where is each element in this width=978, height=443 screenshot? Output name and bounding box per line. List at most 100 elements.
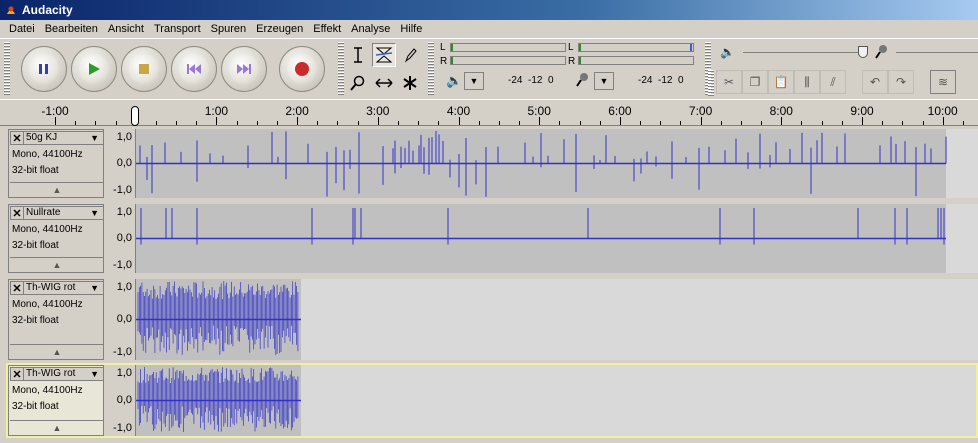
toolbar-grip[interactable]	[4, 42, 10, 96]
audio-track[interactable]: ✕ Nullrate ▼ Mono, 44100Hz 32-bit float ▲ 1,0 0…	[8, 204, 978, 273]
audio-track[interactable]: ✕ 50g KJ ▼ Mono, 44100Hz 32-bit float ▲ 1,0 0,0…	[8, 129, 978, 198]
play-button[interactable]	[71, 46, 117, 92]
pause-icon	[39, 64, 48, 74]
timeline-ruler[interactable]: -1:0001:002:003:004:005:006:007:008:009:…	[0, 99, 978, 126]
output-volume-thumb[interactable]	[858, 46, 868, 58]
waveform	[136, 365, 301, 436]
track-format: Mono, 44100Hz	[12, 224, 83, 235]
copy-button[interactable]: ❐	[742, 70, 768, 94]
undo-icon: ↶	[869, 75, 881, 89]
selection-tool[interactable]	[346, 43, 370, 67]
track-close-button[interactable]: ✕	[10, 281, 24, 295]
track-collapse-button[interactable]: ▲	[10, 257, 104, 271]
skip-to-end-button[interactable]	[221, 46, 267, 92]
multi-tool[interactable]	[398, 71, 422, 95]
ruler-minor-tick	[761, 121, 763, 125]
ruler-minor-tick	[498, 121, 500, 125]
waveform	[136, 204, 946, 273]
ruler-minor-tick	[236, 121, 238, 125]
undo-button[interactable]: ↶	[862, 70, 888, 94]
audio-track[interactable]: ✕ Th-WIG rot ▼ Mono, 44100Hz 32-bit float ▲ 1,…	[8, 279, 978, 360]
ruler-minor-tick	[75, 121, 77, 125]
track-header: ✕ Th-WIG rot ▼	[10, 281, 104, 295]
envelope-tool[interactable]	[372, 43, 396, 67]
menu-bearbeiten[interactable]: Bearbeiten	[40, 23, 103, 35]
menu-spuren[interactable]: Spuren	[206, 23, 251, 35]
redo-button[interactable]: ↷	[888, 70, 914, 94]
sync-lock-button[interactable]: ≋	[930, 70, 956, 94]
track-close-button[interactable]: ✕	[10, 367, 24, 381]
amplitude-label: 1,0	[116, 206, 132, 218]
track-name-dropdown[interactable]: Th-WIG rot ▼	[24, 367, 104, 381]
cut-button[interactable]: ✂	[716, 70, 742, 94]
menu-transport[interactable]: Transport	[149, 23, 206, 35]
ruler-tick	[216, 117, 218, 125]
stop-button[interactable]	[121, 46, 167, 92]
play-meter-right-bar	[450, 56, 566, 65]
ruler-tick	[942, 117, 944, 125]
play-meter-dropdown[interactable]: ▼	[464, 72, 484, 90]
track-control-panel[interactable]: ✕ Nullrate ▼ Mono, 44100Hz 32-bit float ▲	[8, 204, 104, 273]
ruler-label: 10:00	[927, 104, 958, 118]
amplitude-label: -1,0	[113, 346, 132, 358]
track-control-panel[interactable]: ✕ Th-WIG rot ▼ Mono, 44100Hz 32-bit float ▲	[8, 279, 104, 360]
input-volume-slider[interactable]	[896, 52, 978, 53]
track-name-dropdown[interactable]: 50g KJ ▼	[24, 131, 104, 145]
record-button[interactable]	[279, 46, 325, 92]
menu-analyse[interactable]: Analyse	[346, 23, 395, 35]
pause-button[interactable]	[21, 46, 67, 92]
dropdown-arrow-icon: ▼	[90, 208, 99, 218]
track-collapse-button[interactable]: ▲	[10, 182, 104, 196]
waveform-area[interactable]	[136, 204, 978, 273]
ruler-minor-tick	[95, 121, 97, 125]
audio-track[interactable]: ✕ Th-WIG rot ▼ Mono, 44100Hz 32-bit float ▲ 1,…	[6, 363, 978, 438]
amplitude-label: 0,0	[116, 231, 132, 244]
trim-icon: ⫼	[804, 74, 810, 89]
title-bar: Audacity	[0, 0, 978, 20]
time-shift-tool[interactable]	[372, 71, 396, 95]
ruler-tick	[700, 117, 702, 125]
track-header: ✕ 50g KJ ▼	[10, 131, 104, 145]
menu-datei[interactable]: Datei	[4, 23, 40, 35]
edit-grip[interactable]	[708, 70, 714, 96]
track-collapse-button[interactable]: ▲	[10, 420, 104, 434]
track-name: Th-WIG rot	[26, 368, 76, 379]
skip-to-start-button[interactable]	[171, 46, 217, 92]
track-control-panel[interactable]: ✕ Th-WIG rot ▼ Mono, 44100Hz 32-bit float ▲	[8, 365, 104, 436]
ruler-minor-tick	[256, 121, 258, 125]
ruler-minor-tick	[276, 121, 278, 125]
play-icon	[89, 63, 100, 75]
menu-ansicht[interactable]: Ansicht	[103, 23, 149, 35]
waveform-area[interactable]	[136, 279, 978, 360]
menu-effekt[interactable]: Effekt	[308, 23, 346, 35]
paste-button[interactable]: 📋	[768, 70, 794, 94]
ruler-minor-tick	[438, 121, 440, 125]
window-title: Audacity	[22, 3, 73, 17]
track-name-dropdown[interactable]: Th-WIG rot ▼	[24, 281, 104, 295]
zoom-tool[interactable]	[346, 71, 370, 95]
menu-erzeugen[interactable]: Erzeugen	[251, 23, 308, 35]
track-close-button[interactable]: ✕	[10, 131, 24, 145]
ruler-minor-tick	[317, 121, 319, 125]
audacity-app-icon	[4, 3, 18, 17]
output-volume-slider[interactable]	[743, 52, 861, 53]
amplitude-ruler: 1,0 0,0 -1,0	[106, 279, 136, 360]
track-name-dropdown[interactable]: Nullrate ▼	[24, 206, 104, 220]
ruler-label: 1:00	[204, 104, 229, 118]
waveform-area[interactable]	[136, 365, 978, 436]
track-control-panel[interactable]: ✕ 50g KJ ▼ Mono, 44100Hz 32-bit float ▲	[8, 129, 104, 198]
ruler-minor-tick	[841, 121, 843, 125]
silence-button[interactable]: ⫽	[820, 70, 846, 94]
track-collapse-button[interactable]: ▲	[10, 344, 104, 358]
ruler-tick	[539, 117, 541, 125]
waveform-area[interactable]	[136, 129, 978, 198]
track-close-button[interactable]: ✕	[10, 206, 24, 220]
playhead-marker[interactable]	[131, 106, 139, 126]
draw-tool[interactable]	[398, 43, 422, 67]
output-volume-icon: 🔈	[720, 45, 735, 59]
meter-grip[interactable]	[428, 42, 434, 96]
menu-hilfe[interactable]: Hilfe	[395, 23, 427, 35]
rec-meter-dropdown[interactable]: ▼	[594, 72, 614, 90]
trim-button[interactable]: ⫼	[794, 70, 820, 94]
tools-grip[interactable]	[338, 42, 344, 96]
